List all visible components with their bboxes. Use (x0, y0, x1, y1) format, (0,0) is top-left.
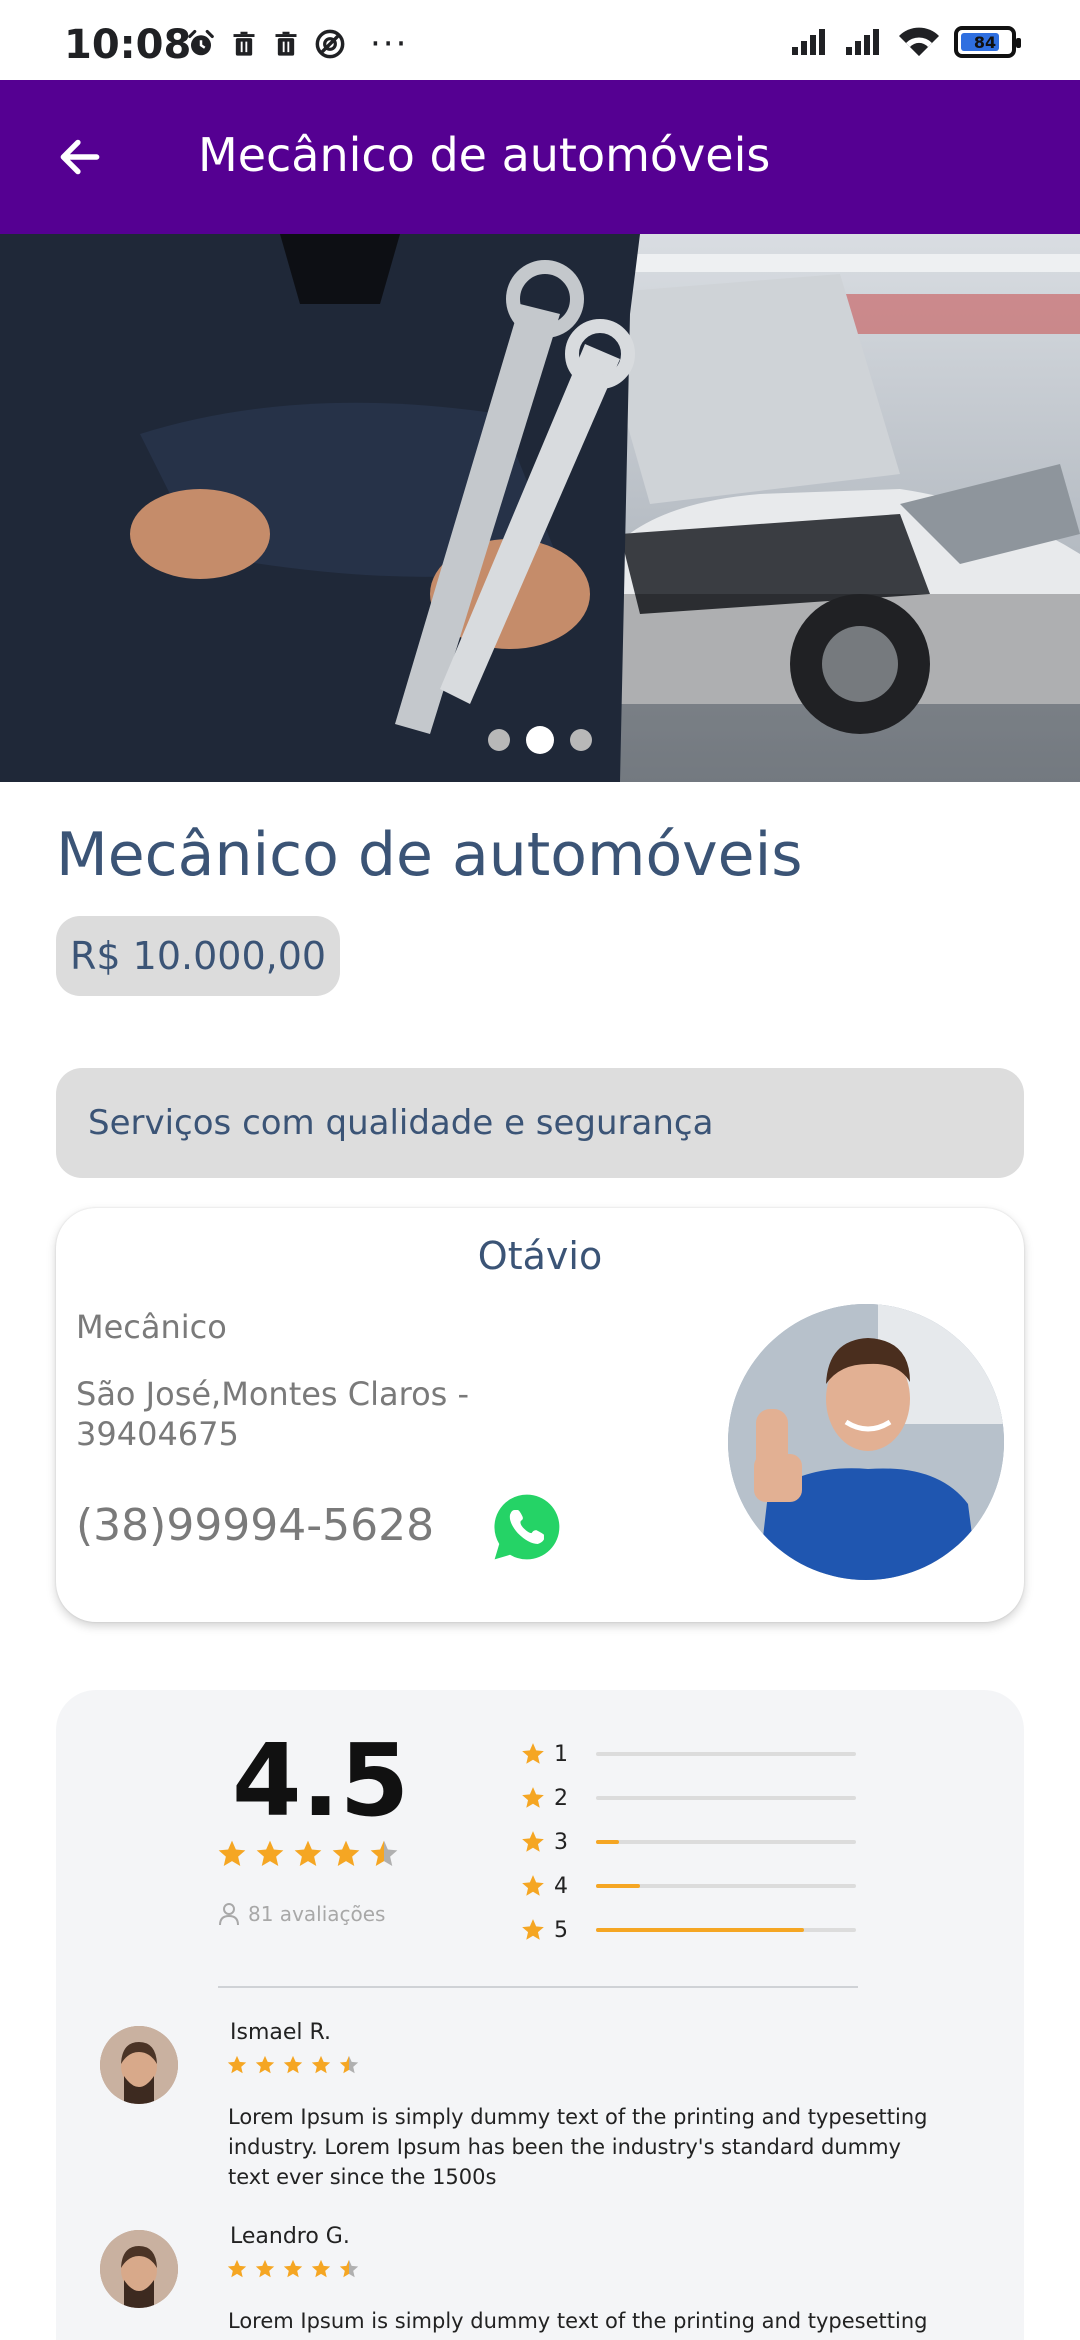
rating-bar-label: 3 (554, 1829, 568, 1855)
star-icon (339, 2259, 359, 2278)
carousel-dot-active[interactable] (526, 726, 554, 754)
back-button[interactable] (48, 125, 112, 189)
reviewer-photo (100, 2026, 178, 2104)
star-icon (370, 1840, 398, 1866)
reviewer-name: Leandro G. (230, 2224, 350, 2249)
rating-bar-fill (596, 1884, 641, 1888)
star-icon (332, 1840, 360, 1866)
provider-name: Otávio (477, 1234, 603, 1278)
rating-bar-label: 5 (554, 1917, 568, 1943)
rating-bar-row: 3 (520, 1820, 920, 1864)
review-item: Leandro G. Lorem Ipsum is simply dummy t… (100, 2224, 980, 2340)
rating-bar-label: 2 (554, 1785, 568, 1811)
whatsapp-icon[interactable] (490, 1490, 564, 1564)
app-bar: Mecânico de automóveis (0, 80, 1080, 234)
star-icon (227, 2259, 247, 2278)
rating-bar-track (596, 1840, 856, 1844)
provider-role: Mecânico (76, 1308, 227, 1346)
review-stars (226, 2258, 360, 2280)
carousel-dot[interactable] (570, 729, 592, 751)
star-icon (283, 2055, 303, 2074)
review-text: Lorem Ipsum is simply dummy text of the … (228, 2105, 928, 2189)
rating-bar-row: 4 (520, 1864, 920, 1908)
status-bar: 10:08 ··· 84 (0, 0, 1080, 80)
carousel-dot[interactable] (488, 729, 510, 751)
alarm-icon (188, 29, 214, 56)
star-icon (522, 1743, 544, 1764)
reviewer-avatar (100, 2230, 178, 2308)
do-not-disturb-icon (315, 29, 345, 59)
rating-bar-track (596, 1796, 856, 1800)
provider-avatar (728, 1304, 1004, 1580)
price-badge: R$ 10.000,00 (56, 916, 341, 996)
status-notification-icons: ··· (186, 24, 409, 64)
reviewer-photo (100, 2230, 178, 2308)
signal-icon (792, 29, 825, 55)
signal-icon (846, 29, 879, 55)
service-tagline: Serviços com qualidade e segurança (56, 1068, 1024, 1178)
star-icon (522, 1919, 544, 1940)
star-icon (256, 1840, 284, 1866)
star-icon (283, 2259, 303, 2278)
reviewer-name: Ismael R. (230, 2020, 331, 2045)
rating-average: 4.5 (232, 1722, 410, 1839)
rating-bar-label: 1 (554, 1741, 568, 1767)
star-icon (294, 1840, 322, 1866)
carousel-indicator (0, 726, 1080, 754)
review-text: Lorem Ipsum is simply dummy text of the … (228, 2309, 928, 2333)
review-item: Ismael R. Lorem Ipsum is simply dummy te… (100, 2020, 980, 2210)
arrow-left-icon (60, 139, 100, 175)
wifi-icon (899, 27, 939, 56)
star-icon (311, 2055, 331, 2074)
rating-bar-row: 1 (520, 1732, 920, 1776)
star-icon (522, 1875, 544, 1896)
star-icon (311, 2259, 331, 2278)
trash-icon (233, 31, 255, 56)
star-icon (255, 2055, 275, 2074)
user-icon (219, 1903, 239, 1926)
review-stars (226, 2054, 360, 2076)
star-icon (522, 1787, 544, 1808)
rating-bar-row: 2 (520, 1776, 920, 1820)
divider (218, 1986, 858, 1988)
rating-bar-fill (596, 1840, 620, 1844)
image-carousel[interactable] (0, 234, 1080, 782)
product-title: Mecânico de automóveis (56, 820, 803, 890)
reviews-section: 4.5 81 avaliações 1 2 3 4 5 Ismael R. Lorem … (56, 1690, 1024, 2340)
star-icon (227, 2055, 247, 2074)
star-icon (218, 1840, 246, 1866)
star-icon (522, 1831, 544, 1852)
rating-bar-row: 5 (520, 1908, 920, 1952)
star-icon (255, 2259, 275, 2278)
provider-photo (728, 1304, 1004, 1580)
rating-distribution: 1 2 3 4 5 (520, 1732, 920, 1952)
status-system-icons: 84 (790, 26, 1021, 58)
reviews-count-label: 81 avaliações (248, 1902, 386, 1926)
provider-phone[interactable]: (38)99994-5628 (76, 1500, 434, 1551)
rating-bar-label: 4 (554, 1873, 568, 1899)
battery-icon: 84 (954, 26, 1021, 58)
status-time: 10:08 (64, 22, 192, 68)
battery-level: 84 (973, 32, 997, 52)
trash-icon (275, 31, 297, 56)
reviewer-avatar (100, 2026, 178, 2104)
rating-bar-track (596, 1752, 856, 1756)
mechanic-with-wrenches-image (0, 234, 1080, 782)
reviews-count: 81 avaliações (218, 1902, 385, 1926)
rating-bar-track (596, 1884, 856, 1888)
rating-bar-track (596, 1928, 856, 1932)
rating-bar-fill (596, 1928, 804, 1932)
star-icon (339, 2055, 359, 2074)
provider-card: Otávio Mecânico São José,Montes Claros -… (56, 1208, 1024, 1622)
app-bar-title: Mecânico de automóveis (198, 128, 771, 182)
rating-average-stars (216, 1838, 400, 1870)
provider-address: São José,Montes Claros - 39404675 (76, 1375, 470, 1453)
more-notifications-icon: ··· (370, 24, 409, 64)
